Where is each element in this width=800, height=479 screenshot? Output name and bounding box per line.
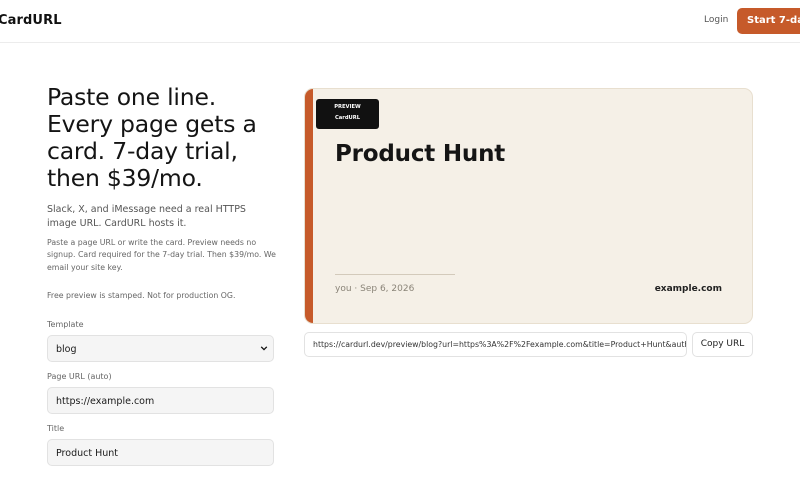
page-url-label: Page URL (auto): [47, 372, 112, 381]
preview-note: Free preview is stamped. Not for product…: [47, 291, 236, 300]
preview-badge-label: PREVIEW: [334, 104, 361, 110]
template-select[interactable]: blog: [47, 335, 274, 362]
card-title: Product Hunt: [335, 141, 506, 167]
preview-badge: PREVIEW CardURL: [316, 99, 379, 129]
hero-lead: Slack, X, and iMessage need a real HTTPS…: [47, 204, 246, 229]
page-url-input[interactable]: https://example.com: [47, 387, 274, 414]
top-nav: CardURL Login Start 7-day trial: [0, 0, 800, 43]
hero-details: Paste a page URL or write the card. Prev…: [47, 238, 276, 272]
template-select-value: blog: [56, 344, 77, 355]
title-label: Title: [47, 424, 65, 433]
card-accent-bar: [305, 89, 313, 323]
card-meta: you · Sep 6, 2026: [335, 284, 415, 294]
card-domain: example.com: [654, 284, 722, 294]
chevron-down-icon: [260, 346, 268, 351]
card-divider: [335, 274, 455, 275]
hero-title: Paste one line. Every page gets a card. …: [47, 83, 257, 192]
card-preview: PREVIEW CardURL Product Hunt you · Sep 6…: [304, 88, 753, 324]
preview-url-field[interactable]: https://cardurl.dev/preview/blog?url=htt…: [304, 332, 687, 357]
copy-url-button[interactable]: Copy URL: [692, 332, 753, 357]
start-trial-button[interactable]: Start 7-day trial: [737, 8, 800, 34]
title-input[interactable]: Product Hunt: [47, 439, 274, 466]
brand-logo[interactable]: CardURL: [0, 13, 62, 28]
template-label: Template: [47, 320, 84, 329]
login-link[interactable]: Login: [704, 15, 728, 25]
preview-badge-brand: CardURL: [334, 115, 361, 121]
